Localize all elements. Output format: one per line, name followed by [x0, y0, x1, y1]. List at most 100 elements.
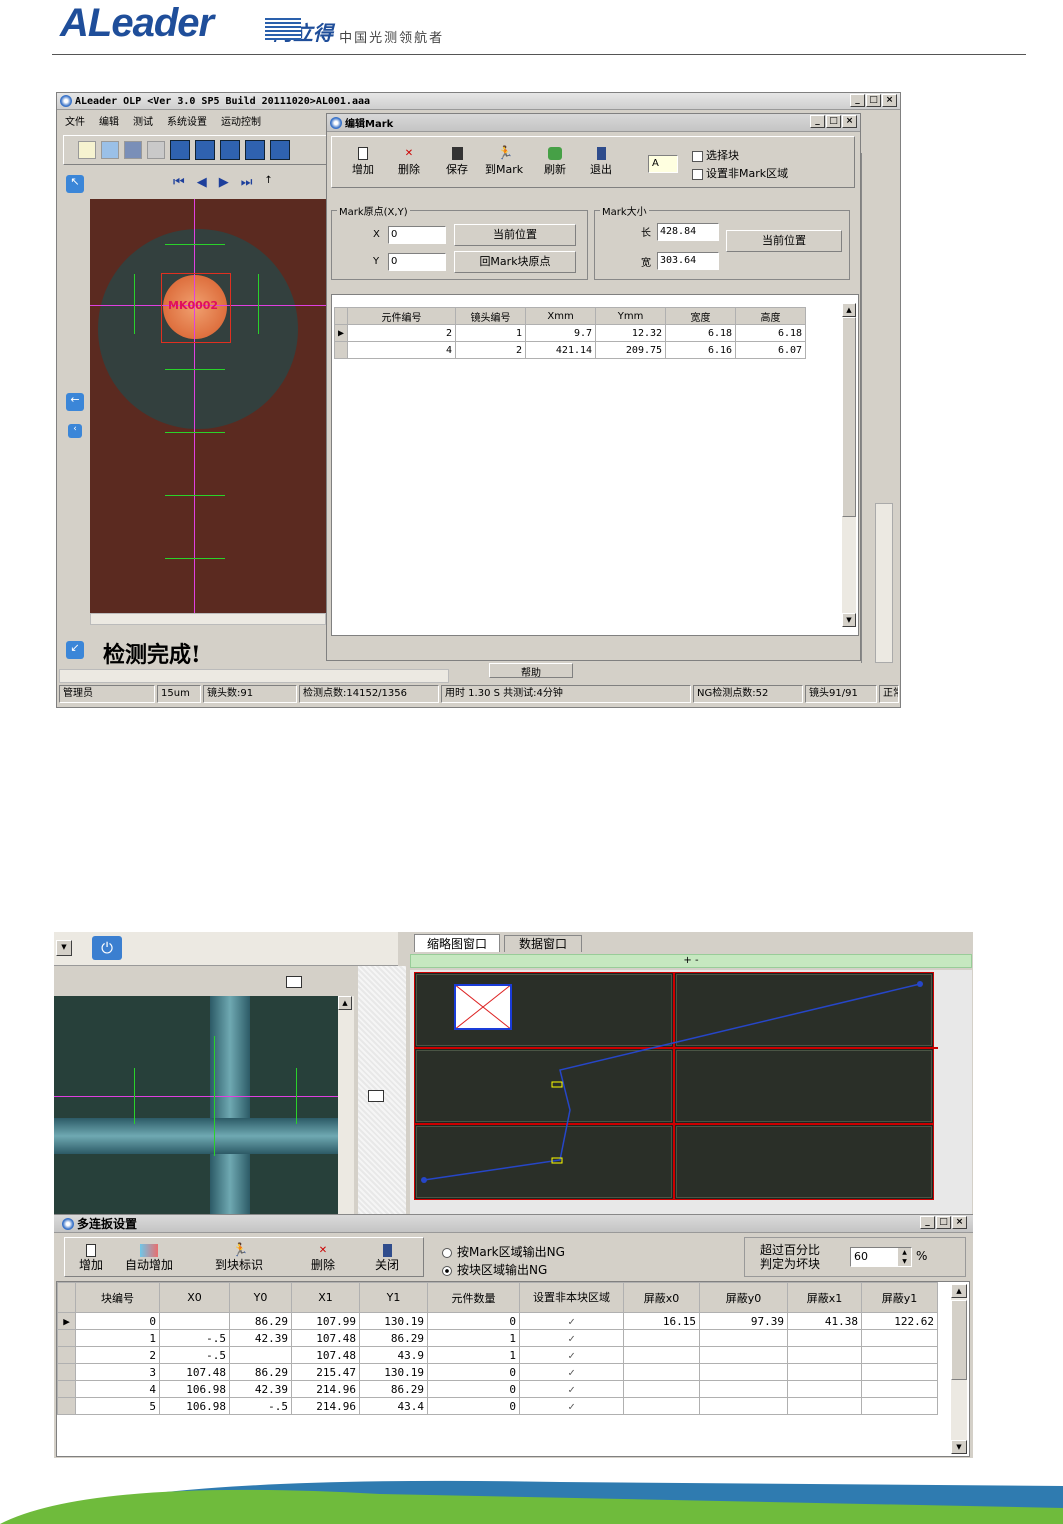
cell[interactable] [861, 1380, 938, 1398]
mark-save-button[interactable]: 保存 [446, 147, 468, 176]
scroll-thumb[interactable] [842, 317, 856, 517]
cell[interactable] [623, 1329, 700, 1347]
camera2-vscroll[interactable]: ▲ [338, 996, 354, 1214]
cell[interactable]: 86.29 [359, 1380, 428, 1398]
pct-spinner[interactable]: 60 ▲ ▼ [850, 1247, 912, 1267]
cell[interactable]: 41.38 [787, 1312, 862, 1330]
panel-close-button[interactable]: × [952, 1216, 967, 1229]
menu-motion[interactable]: 运动控制 [221, 113, 261, 128]
table-row[interactable]: 4 2 421.14 209.75 6.16 6.07 [333, 341, 807, 359]
panel-close-tool-button[interactable]: 关闭 [375, 1244, 399, 1272]
checkbox-cell[interactable]: ✓ [519, 1329, 624, 1347]
length-input[interactable]: 428.84 [657, 223, 719, 241]
pct-value[interactable]: 60 [851, 1250, 868, 1263]
spinner-arrows-icon[interactable]: ▲ ▼ [898, 1248, 911, 1266]
cell[interactable]: 0 [427, 1380, 520, 1398]
cell[interactable]: 6.16 [665, 341, 737, 359]
menu-edit[interactable]: 编辑 [99, 113, 119, 128]
cell[interactable] [861, 1363, 938, 1381]
cell[interactable]: 6.07 [735, 341, 807, 359]
mark-close-button[interactable]: × [842, 115, 857, 128]
col-non-block-area[interactable]: 设置非本块区域 [519, 1282, 624, 1313]
cell[interactable] [623, 1363, 700, 1381]
cell[interactable]: 43.9 [359, 1346, 428, 1364]
col-mask-y0[interactable]: 屏蔽y0 [699, 1282, 788, 1313]
cell[interactable]: 2 [347, 324, 457, 342]
table-row[interactable]: 2 -.5 107.48 43.9 1 ✓ [57, 1346, 938, 1364]
cell[interactable]: 6.18 [735, 324, 807, 342]
cell[interactable]: -.5 [159, 1329, 230, 1347]
cell[interactable] [861, 1329, 938, 1347]
col-part-no[interactable]: 元件编号 [347, 307, 457, 325]
mark-maximize-button[interactable]: □ [826, 115, 841, 128]
checkbox-cell[interactable]: ✓ [519, 1346, 624, 1364]
col-mask-x0[interactable]: 屏蔽x0 [623, 1282, 700, 1313]
col-x[interactable]: Xmm [525, 307, 597, 325]
frame-tool-icon[interactable] [195, 140, 215, 160]
save-icon[interactable] [124, 141, 142, 159]
cell[interactable] [787, 1397, 862, 1415]
cell[interactable] [623, 1346, 700, 1364]
col-width[interactable]: 宽度 [665, 307, 737, 325]
table-row[interactable]: 5 106.98 -.5 214.96 43.4 0 ✓ [57, 1397, 938, 1415]
mark-refresh-button[interactable]: 刷新 [544, 147, 566, 176]
cell[interactable] [699, 1363, 788, 1381]
cell[interactable]: 86.29 [229, 1312, 292, 1330]
nav-left-small-icon[interactable]: ‹ [68, 424, 82, 438]
cell[interactable]: 97.39 [699, 1312, 788, 1330]
checkbox-cell[interactable]: ✓ [519, 1397, 624, 1415]
table-row[interactable]: 4 106.98 42.39 214.96 86.29 0 ✓ [57, 1380, 938, 1398]
window-toggle-icon-2[interactable] [368, 1090, 384, 1102]
cell[interactable] [699, 1329, 788, 1347]
col-y[interactable]: Ymm [595, 307, 667, 325]
main-hscroll[interactable] [59, 669, 449, 683]
scroll-up-icon[interactable]: ▲ [338, 996, 352, 1010]
prev-frame-icon[interactable]: ◀ [197, 175, 207, 190]
cell[interactable]: 0 [427, 1312, 520, 1330]
cell[interactable]: 5 [75, 1397, 160, 1415]
menu-test[interactable]: 测试 [133, 113, 153, 128]
help-tab[interactable]: 帮助 [489, 663, 573, 679]
select-block-checkbox[interactable]: 选择块 [692, 147, 739, 163]
cell[interactable] [699, 1397, 788, 1415]
cell[interactable]: 421.14 [525, 341, 597, 359]
cell[interactable]: 106.98 [159, 1380, 230, 1398]
cell[interactable] [229, 1346, 292, 1364]
cell[interactable]: 0 [427, 1363, 520, 1381]
cell[interactable] [861, 1397, 938, 1415]
tab-thumbnail[interactable]: 缩略图窗口 [414, 934, 500, 952]
non-mark-area-checkbox[interactable]: 设置非Mark区域 [692, 165, 788, 181]
tab-data[interactable]: 数据窗口 [504, 935, 582, 952]
cell[interactable]: 209.75 [595, 341, 667, 359]
cell[interactable]: 1 [427, 1346, 520, 1364]
cell[interactable]: -.5 [159, 1346, 230, 1364]
col-lens-no[interactable]: 镜头编号 [455, 307, 527, 325]
next-frame-icon[interactable]: ▶ [219, 175, 229, 190]
y-input[interactable]: 0 [388, 253, 446, 271]
nav-left-icon[interactable]: ← [66, 393, 84, 411]
checkbox-cell[interactable]: ✓ [519, 1312, 624, 1330]
col-y0[interactable]: Y0 [229, 1282, 292, 1313]
cell[interactable]: 2 [455, 341, 527, 359]
cell[interactable]: 107.99 [291, 1312, 360, 1330]
cell[interactable]: 42.39 [229, 1380, 292, 1398]
print-icon[interactable] [147, 141, 165, 159]
nav-up-right-icon[interactable]: ↖ [66, 175, 84, 193]
width-input[interactable]: 303.64 [657, 252, 719, 270]
cell[interactable] [787, 1380, 862, 1398]
cell[interactable]: 122.62 [861, 1312, 938, 1330]
panel-grid-vscroll[interactable]: ▲ ▼ [951, 1284, 967, 1454]
scroll-thumb[interactable] [951, 1300, 967, 1380]
col-block-no[interactable]: 块编号 [75, 1282, 160, 1313]
cell[interactable] [159, 1312, 230, 1330]
panel-add-button[interactable]: 增加 [79, 1244, 103, 1272]
cell[interactable]: -.5 [229, 1397, 292, 1415]
dropdown-arrow-icon[interactable]: ▼ [56, 940, 72, 956]
mark-exit-button[interactable]: 退出 [590, 147, 612, 176]
camera-hscroll[interactable] [90, 613, 326, 625]
col-mask-x1[interactable]: 屏蔽x1 [787, 1282, 862, 1313]
cell[interactable]: 1 [455, 324, 527, 342]
zoom-tool-icon[interactable] [220, 140, 240, 160]
cell[interactable]: 0 [427, 1397, 520, 1415]
table-row[interactable]: 1 -.5 42.39 107.48 86.29 1 ✓ [57, 1329, 938, 1347]
